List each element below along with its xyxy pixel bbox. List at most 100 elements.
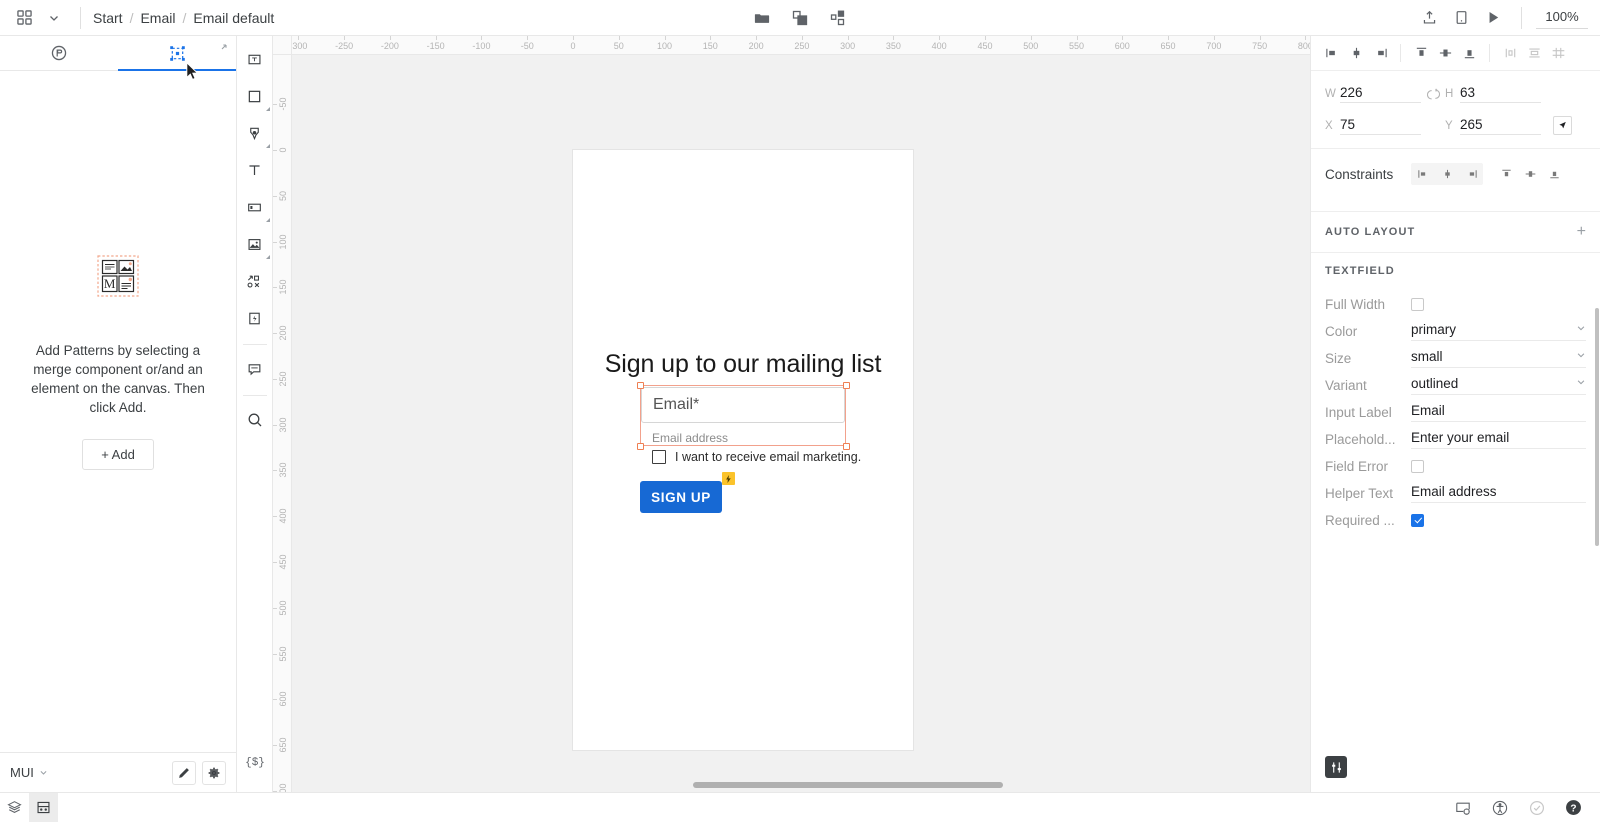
x-value[interactable]: 75 [1340, 117, 1421, 135]
image-tool[interactable] [239, 228, 271, 260]
folder-icon[interactable] [748, 4, 776, 32]
container-tool[interactable] [239, 191, 271, 223]
ruler-tick [273, 699, 277, 701]
property-row: Required ... [1325, 507, 1586, 534]
sign-up-button[interactable]: SIGN UP [640, 472, 735, 513]
x-field[interactable]: X 75 [1325, 117, 1421, 135]
property-text-input[interactable]: Email address [1411, 484, 1586, 503]
link-ratio-icon[interactable] [1421, 88, 1445, 101]
ruler-label: -50 [520, 41, 534, 51]
duplicate-icon[interactable] [786, 4, 814, 32]
assets-icon[interactable] [29, 793, 58, 822]
rectangle-tool[interactable] [239, 80, 271, 112]
horizontal-scrollbar[interactable] [693, 782, 1003, 788]
pencil-icon[interactable] [172, 760, 196, 785]
property-select-value: outlined [1411, 376, 1459, 391]
constrain-bottom-icon[interactable] [1542, 163, 1566, 185]
textfield-properties: Full Width Color primary Size small Variant ou… [1311, 281, 1600, 534]
ruler-tick [344, 36, 346, 40]
tab-merge-components[interactable] [0, 36, 118, 70]
ruler-label: 50 [278, 190, 288, 201]
property-select[interactable]: primary [1411, 322, 1586, 341]
plus-icon[interactable]: + [1577, 224, 1586, 240]
property-checkbox[interactable] [1411, 298, 1424, 311]
constrain-center-icon[interactable] [1435, 163, 1459, 185]
align-top-icon[interactable] [1410, 42, 1432, 64]
marketing-checkbox[interactable] [652, 450, 666, 464]
ruler-label: 0 [570, 41, 576, 51]
add-pattern-button[interactable]: + Add [82, 438, 154, 470]
code-tool[interactable]: {$} [239, 747, 271, 779]
property-checkbox[interactable] [1411, 514, 1424, 527]
align-left-icon[interactable] [1321, 42, 1343, 64]
selection-handle-top-left[interactable] [636, 381, 644, 389]
y-value[interactable]: 265 [1460, 117, 1541, 135]
text-tool[interactable] [239, 154, 271, 186]
frame-tool[interactable] [239, 43, 271, 75]
property-control: Enter your email [1411, 430, 1586, 449]
expand-diagonal-icon[interactable] [218, 40, 230, 58]
selection-handle-top-right[interactable] [842, 381, 850, 389]
help-icon[interactable]: ? [1559, 793, 1588, 822]
screenshot-settings-icon[interactable] [1448, 793, 1477, 822]
property-text-input[interactable]: Email [1411, 403, 1586, 422]
canvas-viewport[interactable]: Sign up to our mailing list Email* Email… [292, 55, 1310, 792]
layers-icon[interactable] [0, 793, 29, 822]
horizontal-ruler[interactable]: -300 -250 -200 -150 -100 -50 0 50 100 150 200 250 30… [273, 36, 1310, 55]
canvas-area[interactable]: -300 -250 -200 -150 -100 -50 0 50 100 150 200 250 30… [273, 36, 1310, 792]
tool-caret-icon [265, 107, 270, 111]
align-vertical-center-icon[interactable] [1434, 42, 1456, 64]
check-circle-icon[interactable] [1522, 793, 1551, 822]
y-field[interactable]: Y 265 [1445, 117, 1541, 135]
property-label: Full Width [1325, 297, 1386, 312]
distribute-horizontal-icon[interactable] [1499, 42, 1521, 64]
upload-icon[interactable] [1415, 4, 1443, 32]
lightning-bolt-icon[interactable] [722, 472, 735, 485]
property-row: Full Width [1325, 291, 1586, 318]
vertical-ruler[interactable]: -50 0 50 100 150 200 250 300 350 400 450 500 550 600 6… [273, 36, 292, 792]
constrain-top-icon[interactable] [1494, 163, 1518, 185]
device-icon[interactable] [1447, 4, 1475, 32]
align-bottom-icon[interactable] [1458, 42, 1480, 64]
property-checkbox[interactable] [1411, 460, 1424, 473]
constrain-right-icon[interactable] [1459, 163, 1483, 185]
ruler-label: 0 [278, 147, 288, 153]
selection-handle-bottom-left[interactable] [636, 442, 644, 450]
rotate-pin-icon[interactable] [1553, 116, 1572, 135]
artboard-email-default[interactable]: Sign up to our mailing list Email* Email… [573, 150, 913, 750]
marketing-checkbox-row[interactable]: I want to receive email marketing. [652, 450, 861, 464]
pen-tool[interactable] [239, 117, 271, 149]
property-label: Helper Text [1325, 486, 1394, 501]
property-select[interactable]: small [1411, 349, 1586, 368]
distribute-vertical-icon[interactable] [1523, 42, 1545, 64]
align-right-icon[interactable] [1369, 42, 1391, 64]
property-label: Input Label [1325, 405, 1392, 420]
height-value[interactable]: 63 [1460, 85, 1541, 103]
left-panel-footer: MUI [0, 752, 236, 792]
ruler-label: 450 [977, 41, 993, 51]
constrain-middle-icon[interactable] [1518, 163, 1542, 185]
property-text-input[interactable]: Enter your email [1411, 430, 1586, 449]
library-selector[interactable]: MUI [10, 765, 48, 780]
constrain-left-icon[interactable] [1411, 163, 1435, 185]
tune-sliders-icon[interactable] [1325, 756, 1347, 778]
component-tool[interactable] [239, 265, 271, 297]
ruler-label: 650 [278, 737, 288, 753]
email-input-field[interactable]: Email* [641, 387, 845, 423]
zoom-level[interactable]: 100% [1536, 6, 1588, 29]
tidy-up-icon[interactable] [1547, 42, 1569, 64]
gear-icon[interactable] [202, 760, 226, 785]
width-value[interactable]: 226 [1340, 85, 1421, 103]
selection-handle-bottom-right[interactable] [842, 442, 850, 450]
components-icon[interactable] [824, 4, 852, 32]
height-field[interactable]: H 63 [1445, 85, 1541, 103]
interaction-tool[interactable] [239, 302, 271, 334]
comment-tool[interactable] [239, 353, 271, 385]
accessibility-icon[interactable] [1485, 793, 1514, 822]
align-horizontal-center-icon[interactable] [1345, 42, 1367, 64]
property-select[interactable]: outlined [1411, 376, 1586, 395]
play-icon[interactable] [1479, 4, 1507, 32]
width-field[interactable]: W 226 [1325, 85, 1421, 103]
search-zoom-tool[interactable] [239, 404, 271, 436]
right-panel-scrollbar[interactable] [1595, 308, 1599, 546]
